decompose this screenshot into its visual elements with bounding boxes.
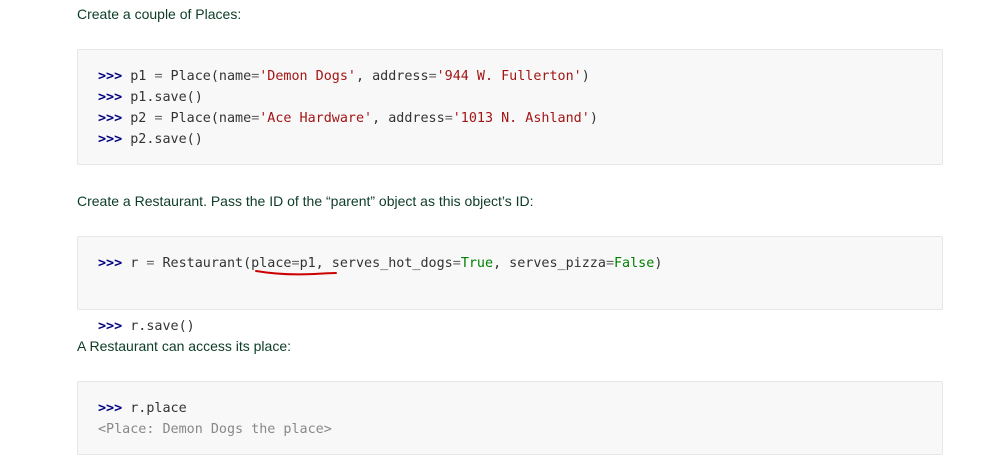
string-literal: 'Demon Dogs' [259,69,356,84]
prompt: >>> [98,319,123,334]
operator: = [428,69,437,84]
operator: = [605,256,614,271]
code-text: p2 [130,111,155,126]
hand-drawn-underline [255,270,337,276]
code-line: >>> p2.save() [98,129,922,150]
string-literal: '1013 N. Ashland' [452,111,590,126]
prompt: >>> [98,256,123,271]
code-block-restaurant: >>> r = Restaurant(place=p1, serves_hot_… [77,236,943,334]
operator: = [154,69,163,84]
code-text: p2.save() [130,132,203,147]
code-block-places: >>> p1 = Place(name='Demon Dogs', addres… [77,49,943,165]
prompt: >>> [98,90,123,105]
code-text: p1.save() [130,90,203,105]
code-text: p1 [130,69,155,84]
keyword-true: True [460,256,494,271]
code-line: >>> p1 = Place(name='Demon Dogs', addres… [98,66,922,87]
paragraph-access-place: A Restaurant can access its place: [77,338,291,354]
code-line: >>> r = Restaurant(place=p1, serves_hot_… [98,253,922,316]
paragraph-create-restaurant: Create a Restaurant. Pass the ID of the … [77,193,534,209]
code-line: >>> r.place [98,398,922,419]
code-text: Place(name [162,111,252,126]
code-text: r [130,256,147,271]
code-output: <Place: Demon Dogs the place> [98,422,332,437]
code-text: Place(name [162,69,252,84]
code-text: ) [589,111,598,126]
operator: = [452,256,461,271]
code-text: ) [654,256,663,271]
code-block-access: >>> r.place <Place: Demon Dogs the place… [77,381,943,455]
paragraph-create-places: Create a couple of Places: [77,6,242,22]
prompt: >>> [98,401,123,416]
code-text: r.save() [130,319,195,334]
code-text: , serves_pizza [493,256,606,271]
prompt: >>> [98,111,123,126]
code-line: >>> p2 = Place(name='Ace Hardware', addr… [98,108,922,129]
keyword-false: False [614,256,655,271]
operator: = [444,111,453,126]
code-line: >>> p1.save() [98,87,922,108]
string-literal: '944 W. Fullerton' [436,69,582,84]
prompt: >>> [98,132,123,147]
prompt: >>> [98,69,123,84]
string-literal: 'Ace Hardware' [259,111,373,126]
operator: = [154,111,163,126]
code-text: r.place [130,401,187,416]
code-line: >>> r.save() [98,316,922,337]
code-text: , address [356,69,429,84]
code-text: ) [581,69,590,84]
code-text: , address [372,111,445,126]
